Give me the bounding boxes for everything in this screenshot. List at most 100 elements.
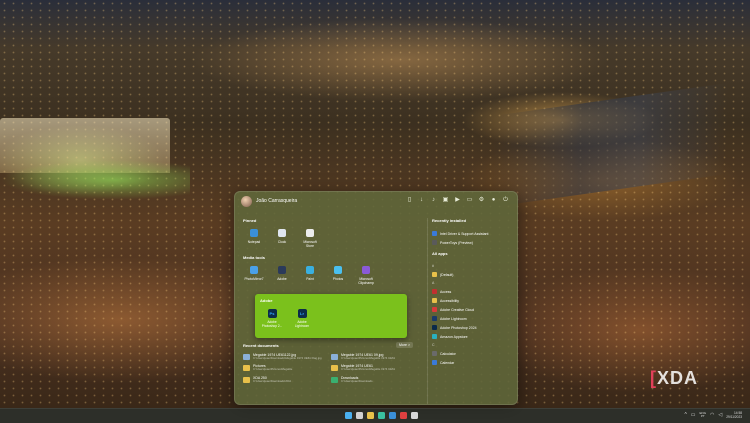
tile-label: PhotoMirror7 — [244, 277, 264, 281]
more-button[interactable]: More > — [396, 342, 413, 348]
recent-doc[interactable]: XDA 250 C:\Users\joao\Downloads\XDA — [243, 376, 325, 383]
app-icon — [362, 266, 370, 274]
folder-title[interactable]: Adobe — [260, 298, 272, 303]
app-icon — [250, 229, 258, 237]
folder-app-1[interactable]: Lr Adobe Lightroom — [291, 309, 313, 328]
recently-installed-item[interactable]: Intel Driver & Support Assistant — [432, 229, 516, 238]
app-label: Access — [440, 289, 452, 294]
language-indicator[interactable]: ENG PT — [700, 411, 707, 419]
tile-media-4[interactable]: Microsoft Clipchamp — [355, 266, 377, 285]
user-icon[interactable]: ● — [490, 197, 497, 204]
recent-doc[interactable]: Downloads C:\Users\joao\Downloads — [331, 376, 413, 383]
all-apps-item[interactable]: Adobe Photoshop 2024 — [432, 323, 516, 332]
app-icon: Ps — [267, 309, 277, 318]
letter-header[interactable]: A — [432, 279, 516, 287]
download-icon[interactable]: ↓ — [418, 197, 425, 204]
right-column: Recently installed Intel Driver & Suppor… — [427, 218, 516, 404]
folder-icon[interactable]: ▭ — [466, 197, 473, 204]
app-label: Adobe Lightroom — [440, 316, 467, 321]
recent-doc[interactable]: Megable 1974 UE61 09.jpg C:\Users\joao\Pi… — [331, 353, 413, 360]
recent-doc[interactable]: Megable 1974 UE61122.jpg C:\Users\joao\Do… — [243, 353, 325, 360]
left-column: Pinned Notepad Clock Microsoft Store Media… — [243, 218, 421, 292]
tile-label: Microsoft Store — [303, 240, 317, 248]
all-apps-item[interactable]: Access — [432, 287, 516, 296]
chevron-up-icon[interactable]: ^ — [684, 412, 686, 418]
media-tiles: PhotoMirror7 Adobe Paint Photos Microsoft Cl… — [243, 266, 421, 285]
tile-pinned-2[interactable]: Microsoft Store — [299, 229, 321, 248]
watermark-text: XDA — [657, 368, 699, 388]
taskbar-apps — [345, 412, 418, 419]
chrome-icon[interactable] — [411, 412, 418, 419]
letter-header[interactable]: # — [432, 262, 516, 270]
recently-installed-item[interactable]: PowerToys (Preview) — [432, 238, 516, 247]
folder-app-0[interactable]: Ps Adobe Photoshop 2... — [261, 309, 283, 328]
folder-app-label: Adobe Photoshop 2... — [261, 320, 283, 328]
avatar[interactable] — [241, 196, 252, 207]
vivaldi-icon[interactable] — [400, 412, 407, 419]
all-apps-item[interactable]: Adobe Creative Cloud — [432, 305, 516, 314]
adobe-folder-popup: Adobe Ps Adobe Photoshop 2... Lr Adobe Ligh… — [255, 294, 407, 338]
taskbar: ^ ▭ ENG PT ◠ ◁ 14:58 29/11/2023 — [0, 408, 750, 423]
all-apps-item[interactable]: Calculator — [432, 349, 516, 358]
recent-doc[interactable]: Megable 1974 UE61 C:\Users\joao\Pictures\… — [331, 364, 413, 372]
recent-doc[interactable]: Pictures C:\Users\joao\Pictures\Megable — [243, 364, 325, 372]
settings-icon[interactable]: ⚙ — [478, 197, 485, 204]
edge-icon[interactable] — [378, 412, 385, 419]
app-icon — [250, 266, 258, 274]
file-icon — [331, 354, 338, 360]
start-menu-header: João Carrasqueira ▯ ↓ ♪ ▣ ▶ ▭ ⚙ ● ⏻ — [235, 192, 517, 212]
app-icon — [432, 298, 437, 303]
app-icon: Lr — [297, 309, 307, 318]
volume-icon[interactable]: ◁ — [718, 412, 722, 418]
search-icon[interactable] — [356, 412, 363, 419]
document-icon[interactable]: ▯ — [406, 197, 413, 204]
letter-header[interactable]: C — [432, 341, 516, 349]
doc-path: C:\Users\joao\Pictures\Megable — [253, 367, 293, 372]
battery-icon[interactable]: ▭ — [691, 412, 696, 418]
app-icon — [432, 240, 437, 245]
tile-label: Clock — [277, 240, 287, 244]
app-icon — [432, 307, 437, 312]
app-label: Adobe Photoshop 2024 — [440, 325, 477, 330]
clock[interactable]: 14:58 29/11/2023 — [726, 411, 742, 419]
recent-documents: Recent documents More > Megable 1974 UE6… — [243, 342, 413, 383]
app-label: Intel Driver & Support Assistant — [440, 231, 489, 236]
all-apps-item[interactable]: Amazon Appstore — [432, 332, 516, 341]
username[interactable]: João Carrasqueira — [256, 198, 297, 204]
app-icon — [278, 229, 286, 237]
all-apps-item[interactable]: Calendar — [432, 358, 516, 367]
tile-media-2[interactable]: Paint — [299, 266, 321, 285]
all-apps-list: # (Default) A Access Accessibility Adobe Crea… — [432, 262, 516, 367]
power-icon[interactable]: ⏻ — [502, 197, 509, 204]
header-icons: ▯ ↓ ♪ ▣ ▶ ▭ ⚙ ● ⏻ — [406, 197, 509, 204]
system-tray: ^ ▭ ENG PT ◠ ◁ 14:58 29/11/2023 — [684, 411, 742, 419]
store-icon[interactable] — [389, 412, 396, 419]
wifi-icon[interactable]: ◠ — [710, 412, 714, 418]
app-icon — [432, 360, 437, 365]
all-apps-item[interactable]: Adobe Lightroom — [432, 314, 516, 323]
green-lights — [0, 160, 190, 200]
doc-path: C:\Users\joao\Downloads\Megable 1974 UE6… — [253, 356, 322, 360]
all-apps-item[interactable]: (Default) — [432, 270, 516, 279]
file-icon — [331, 365, 338, 372]
pinned-tiles: Notepad Clock Microsoft Store — [243, 229, 421, 248]
app-icon — [306, 229, 314, 237]
video-icon[interactable]: ▶ — [454, 197, 461, 204]
tile-pinned-1[interactable]: Clock — [271, 229, 293, 248]
tile-pinned-0[interactable]: Notepad — [243, 229, 265, 248]
recent-header: Recent documents More > — [243, 342, 413, 348]
doc-path: C:\Users\joao\Pictures\Megable 1974 UE61 — [341, 356, 396, 360]
start-icon[interactable] — [345, 412, 352, 419]
app-label: PowerToys (Preview) — [440, 240, 473, 245]
app-icon — [432, 325, 437, 330]
music-icon[interactable]: ♪ — [430, 197, 437, 204]
tile-media-1[interactable]: Adobe — [271, 266, 293, 285]
file-explorer-icon[interactable] — [367, 412, 374, 419]
lang-bottom: PT — [700, 414, 705, 418]
all-apps-title: All apps — [432, 251, 448, 256]
tile-media-3[interactable]: Photos — [327, 266, 349, 285]
tile-media-0[interactable]: PhotoMirror7 — [243, 266, 265, 285]
image-icon[interactable]: ▣ — [442, 197, 449, 204]
watermark-bracket: [ — [650, 368, 657, 388]
all-apps-item[interactable]: Accessibility — [432, 296, 516, 305]
